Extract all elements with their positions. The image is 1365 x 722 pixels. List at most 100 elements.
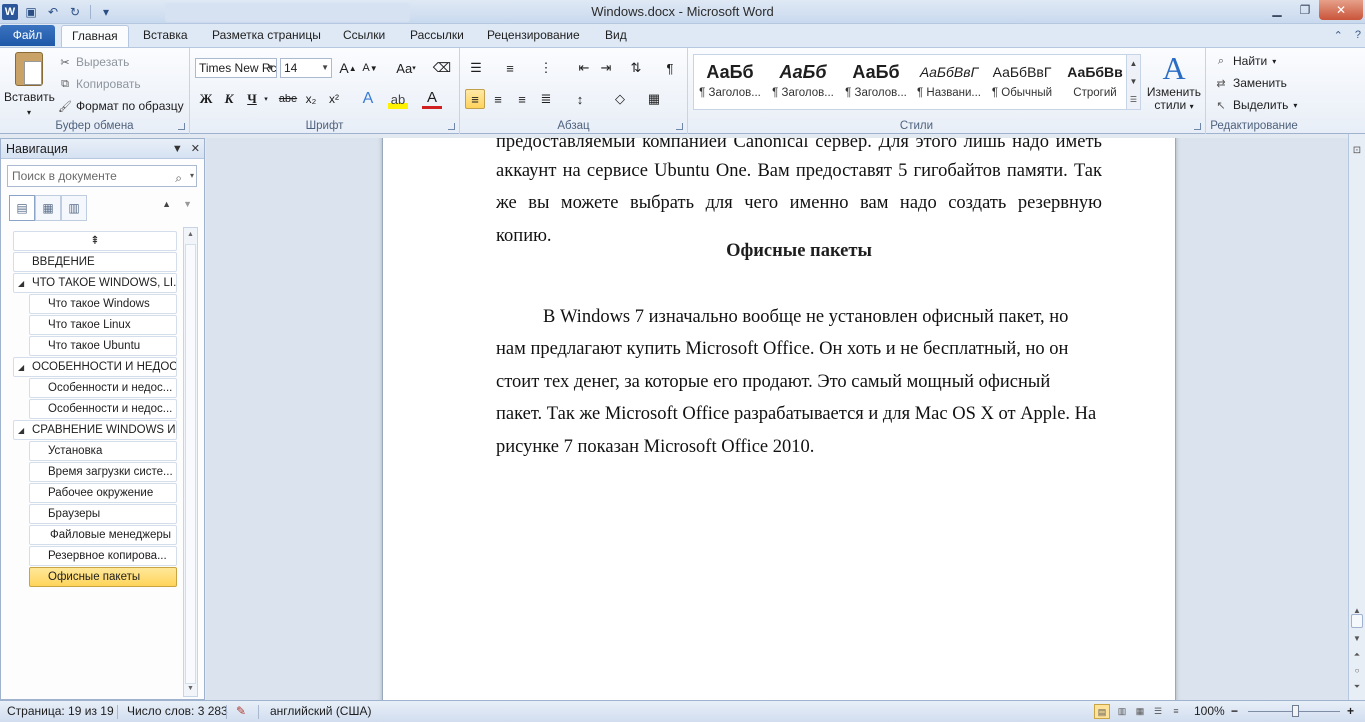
line-spacing-icon[interactable]: ↕ <box>570 89 590 109</box>
results-view-icon[interactable]: ▥ <box>61 195 87 221</box>
minimize-icon[interactable]: ▁ <box>1263 0 1291 20</box>
expand-triangle-icon[interactable]: ◢ <box>18 421 24 439</box>
expand-triangle-icon[interactable]: ◢ <box>18 358 24 376</box>
nav-item-heading[interactable]: ◢ СРАВНЕНИЕ WINDOWS И... <box>13 420 177 440</box>
shading-icon[interactable]: ◇ <box>610 89 630 109</box>
bold-button[interactable]: Ж <box>196 89 216 109</box>
tab-insert[interactable]: Вставка <box>143 28 188 42</box>
draft-view-icon[interactable]: ≡ <box>1168 704 1184 719</box>
style-normal[interactable]: АаБбВвГ ¶ Обычный <box>986 55 1058 109</box>
page-count[interactable]: Страница: 19 из 19 <box>7 701 114 722</box>
nav-item-subheading[interactable]: Что такое Ubuntu <box>29 336 177 356</box>
nav-item-subheading[interactable]: Файловые менеджеры <box>29 525 177 545</box>
close-icon[interactable]: ✕ <box>1319 0 1363 20</box>
font-launcher-icon[interactable] <box>448 123 455 130</box>
zoom-level[interactable]: 100% <box>1194 701 1225 722</box>
increase-indent-icon[interactable]: ⇥ <box>596 58 616 78</box>
scroll-down-icon[interactable]: ▼ <box>184 682 197 696</box>
underline-button[interactable]: Ч <box>242 89 262 109</box>
multilevel-list-icon[interactable]: ⋮ <box>536 58 556 78</box>
proofing-icon[interactable]: ✎ <box>236 701 246 722</box>
clipboard-launcher-icon[interactable] <box>178 123 185 130</box>
style-heading3[interactable]: АаБб ¶ Заголов... <box>840 55 912 109</box>
tab-file[interactable]: Файл <box>0 25 55 46</box>
styles-launcher-icon[interactable] <box>1194 123 1201 130</box>
zoom-slider-thumb[interactable] <box>1292 705 1299 717</box>
pages-view-icon[interactable]: ▦ <box>35 195 61 221</box>
web-layout-icon[interactable]: ▦ <box>1132 704 1148 719</box>
navigation-search-input[interactable]: Поиск в документе ⌕ ▾ <box>7 165 197 187</box>
justify-icon[interactable]: ≣ <box>536 89 556 109</box>
font-name-combo[interactable]: Times New Rc ▼ <box>195 58 277 78</box>
ruler-toggle-icon[interactable]: ⊡ <box>1350 144 1364 158</box>
nav-item-heading[interactable]: ◢ ОСОБЕННОСТИ И НЕДОС... <box>13 357 177 377</box>
borders-icon[interactable]: ▦ <box>644 89 664 109</box>
headings-view-icon[interactable]: ▤ <box>9 195 35 221</box>
minimize-ribbon-icon[interactable]: ⌃ <box>1334 29 1343 42</box>
nav-item-heading[interactable]: ◢ ЧТО ТАКОЕ WINDOWS, LI... <box>13 273 177 293</box>
format-painter-button[interactable]: 🖌 Формат по образцу <box>58 97 184 115</box>
document-page[interactable]: предоставляемый компанией Canonical серв… <box>382 138 1176 700</box>
bullets-icon[interactable]: ☰ <box>466 58 486 78</box>
nav-item-subheading[interactable]: Что такое Linux <box>29 315 177 335</box>
superscript-button[interactable]: x² <box>324 89 344 109</box>
search-dropdown-icon[interactable]: ▾ <box>190 166 194 186</box>
scroll-up-icon[interactable]: ▲ <box>184 228 197 242</box>
text-effects-icon[interactable]: A <box>358 89 378 109</box>
numbering-icon[interactable]: ≡ <box>500 58 520 78</box>
find-button[interactable]: ⌕ Найти ▾ <box>1214 54 1276 68</box>
style-strong[interactable]: АаБбВв Строгий <box>1059 55 1131 109</box>
style-heading1[interactable]: АаБб ¶ Заголов... <box>694 55 766 109</box>
font-size-dropdown-icon[interactable]: ▼ <box>321 59 329 77</box>
next-heading-icon[interactable]: ▼ <box>183 199 192 209</box>
underline-dropdown-icon[interactable]: ▾ <box>261 89 271 109</box>
italic-button[interactable]: К <box>219 89 239 109</box>
align-right-icon[interactable]: ≡ <box>512 89 532 109</box>
outline-view-icon[interactable]: ☰ <box>1150 704 1166 719</box>
scroll-down-icon[interactable]: ▼ <box>1350 632 1364 646</box>
previous-heading-icon[interactable]: ▲ <box>162 199 171 209</box>
show-marks-button[interactable]: ¶ <box>660 58 680 78</box>
grow-font-button[interactable]: A ▲ <box>338 58 358 78</box>
zoom-in-button[interactable]: + <box>1347 701 1354 722</box>
highlight-icon[interactable]: ab <box>388 89 408 109</box>
nav-item-heading[interactable]: ВВЕДЕНИЕ <box>13 252 177 272</box>
font-size-combo[interactable]: 14 ▼ <box>280 58 332 78</box>
align-center-icon[interactable]: ≡ <box>488 89 508 109</box>
tab-home[interactable]: Главная <box>61 25 129 48</box>
paste-button[interactable]: Вставить ▾ <box>4 52 55 117</box>
nav-item-subheading[interactable]: Резервное копирова... <box>29 546 177 566</box>
navigation-scroll-thumb[interactable] <box>185 244 196 684</box>
shrink-font-button[interactable]: A ▼ <box>360 58 380 78</box>
tab-review[interactable]: Рецензирование <box>487 28 580 42</box>
align-left-icon[interactable]: ≡ <box>465 89 485 109</box>
help-icon[interactable]: ? <box>1355 29 1361 42</box>
language-indicator[interactable]: английский (США) <box>270 701 371 722</box>
vertical-scroll-thumb[interactable] <box>1351 614 1363 628</box>
pane-options-icon[interactable]: ▼ <box>172 139 183 159</box>
nav-item-subheading[interactable]: Рабочее окружение <box>29 483 177 503</box>
change-styles-button[interactable]: A Изменить стили ▾ <box>1146 52 1202 113</box>
collapse-all-icon[interactable]: ⇞ <box>13 231 177 251</box>
print-layout-icon[interactable]: ▤ <box>1094 704 1110 719</box>
font-name-dropdown-icon[interactable]: ▼ <box>266 59 274 77</box>
style-heading2[interactable]: АаБб ¶ Заголов... <box>767 55 839 109</box>
cut-button[interactable]: ✂ Вырезать <box>58 53 129 71</box>
change-case-button[interactable]: Aa ▾ <box>392 58 420 78</box>
pane-close-icon[interactable]: ✕ <box>191 139 200 159</box>
expand-triangle-icon[interactable]: ◢ <box>18 274 24 292</box>
strikethrough-button[interactable]: abe <box>278 89 298 109</box>
zoom-out-button[interactable]: − <box>1231 701 1238 722</box>
next-page-icon[interactable]: ⏷ <box>1350 680 1364 694</box>
subscript-button[interactable]: x₂ <box>301 89 321 109</box>
full-screen-reading-icon[interactable]: ▥ <box>1114 704 1130 719</box>
sort-icon[interactable]: ⇅ <box>626 58 646 78</box>
tab-view[interactable]: Вид <box>605 28 627 42</box>
tab-page-layout[interactable]: Разметка страницы <box>212 28 321 42</box>
browse-object-icon[interactable]: ○ <box>1350 664 1364 678</box>
search-icon[interactable]: ⌕ <box>175 168 182 188</box>
tab-references[interactable]: Ссылки <box>343 28 385 42</box>
restore-icon[interactable]: ❐ <box>1291 0 1319 20</box>
nav-item-subheading[interactable]: Особенности и недос... <box>29 399 177 419</box>
navigation-scrollbar[interactable]: ▲ ▼ <box>183 227 198 697</box>
